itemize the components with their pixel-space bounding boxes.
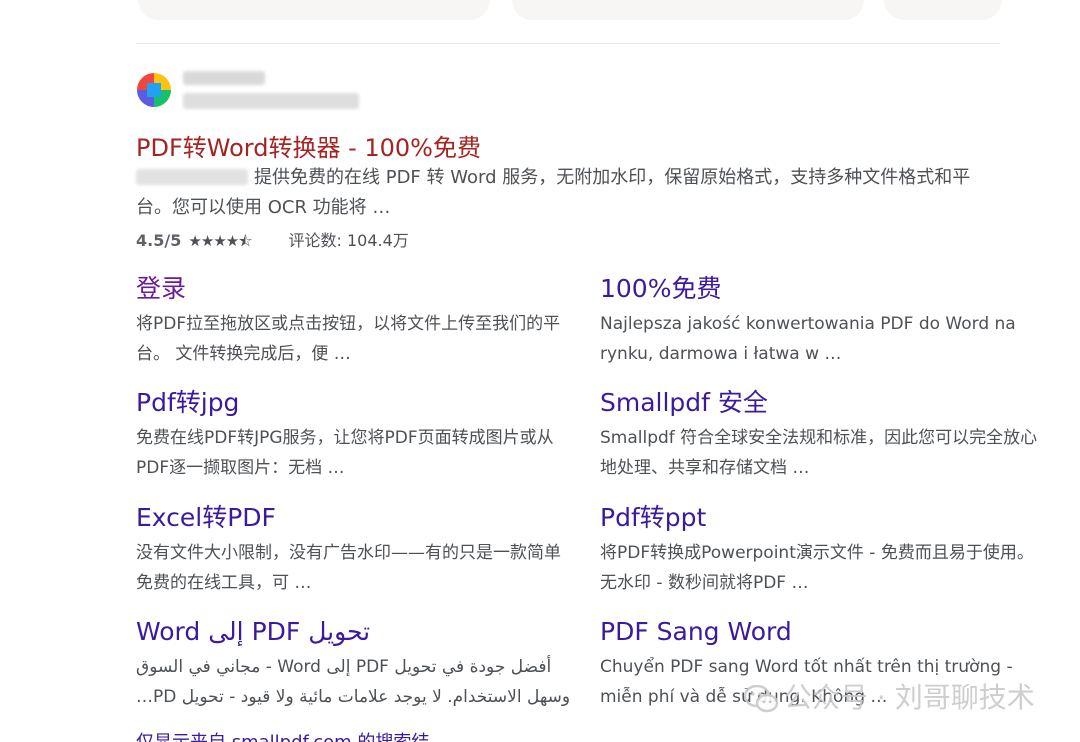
sitelink-description: Najlepsza jakość konwertowania PDF do Wo… [600,314,1016,364]
rating-stars-icon: ★★★★⯪ [188,232,252,250]
sitelink-title[interactable]: Smallpdf 安全 [600,387,1040,419]
sitelink-title[interactable]: 100%免费 [600,273,1040,305]
site-search-link[interactable]: 仅显示来自 smallpdf.com 的搜索结果 [136,728,446,742]
sitelink-excel-to-pdf: Excel转PDF 没有文件大小限制，没有广告水印——有的只是一款简单免费的在线… [136,502,576,598]
site-name-redacted [183,71,265,85]
site-favicon-icon [137,73,171,107]
site-url-redacted [183,93,359,109]
description-redacted [136,169,248,185]
sitelink-description: أفضل جودة في تحويل PDF إلى Word - مجاني … [136,657,571,707]
filter-chip[interactable] [884,0,1002,20]
sitelink-pdf-to-jpg: Pdf转jpg 免费在线PDF转JPG服务，让您将PDF页面转成图片或从PDF逐… [136,387,576,483]
sitelink-security: Smallpdf 安全 Smallpdf 符合全球安全法规和标准，因此您可以完全… [600,387,1040,483]
result-title-link[interactable]: PDF转Word转换器 - 100%免费 [136,128,481,163]
sitelink-description: 没有文件大小限制，没有广告水印——有的只是一款简单免费的在线工具，可 … [136,543,561,593]
filter-chip[interactable] [138,0,490,20]
result-description: 提供免费的在线 PDF 转 Word 服务，无附加水印，保留原始格式，支持多种文… [136,167,971,218]
sitelink-title[interactable]: Excel转PDF [136,502,576,534]
divider [136,43,1000,44]
filter-chip[interactable] [512,0,864,20]
sitelink-title[interactable]: Pdf转ppt [600,502,1040,534]
sitelink-title[interactable]: PDF Sang Word [600,616,1040,648]
sitelink-description: 将PDF拉至拖放区或点击按钮，以将文件上传至我们的平台。 文件转换完成后，便 … [136,314,561,364]
sitelink-description: Smallpdf 符合全球安全法规和标准，因此您可以完全放心地处理、共享和存储文… [600,428,1038,478]
sitelink-title[interactable]: تحويل PDF إلى Word [136,616,576,648]
sitelink-description: 将PDF转换成Powerpoint演示文件 - 免费而且易于使用。无水印 - 数… [600,543,1034,593]
watermark: 公众号 · 刘哥聊技术 [743,676,1035,716]
sitelink-arabic: تحويل PDF إلى Word أفضل جودة في تحويل PD… [136,616,576,712]
review-count: 评论数: 104.4万 [288,231,409,250]
sitelink-description: 免费在线PDF转JPG服务，让您将PDF页面转成图片或从PDF逐一撷取图片：无档… [136,428,554,478]
wechat-icon [743,684,779,713]
sitelink-free: 100%免费 Najlepsza jakość konwertowania PD… [600,273,1040,369]
rating-row: 4.5/5 ★★★★⯪ 评论数: 104.4万 [136,227,409,256]
sitelink-pdf-to-ppt: Pdf转ppt 将PDF转换成Powerpoint演示文件 - 免费而且易于使用… [600,502,1040,598]
sitelink-login: 登录 将PDF拉至拖放区或点击按钮，以将文件上传至我们的平台。 文件转换完成后，… [136,273,576,369]
sitelink-title[interactable]: Pdf转jpg [136,387,576,419]
rating-score: 4.5/5 [136,231,182,250]
sitelink-title[interactable]: 登录 [136,273,576,305]
